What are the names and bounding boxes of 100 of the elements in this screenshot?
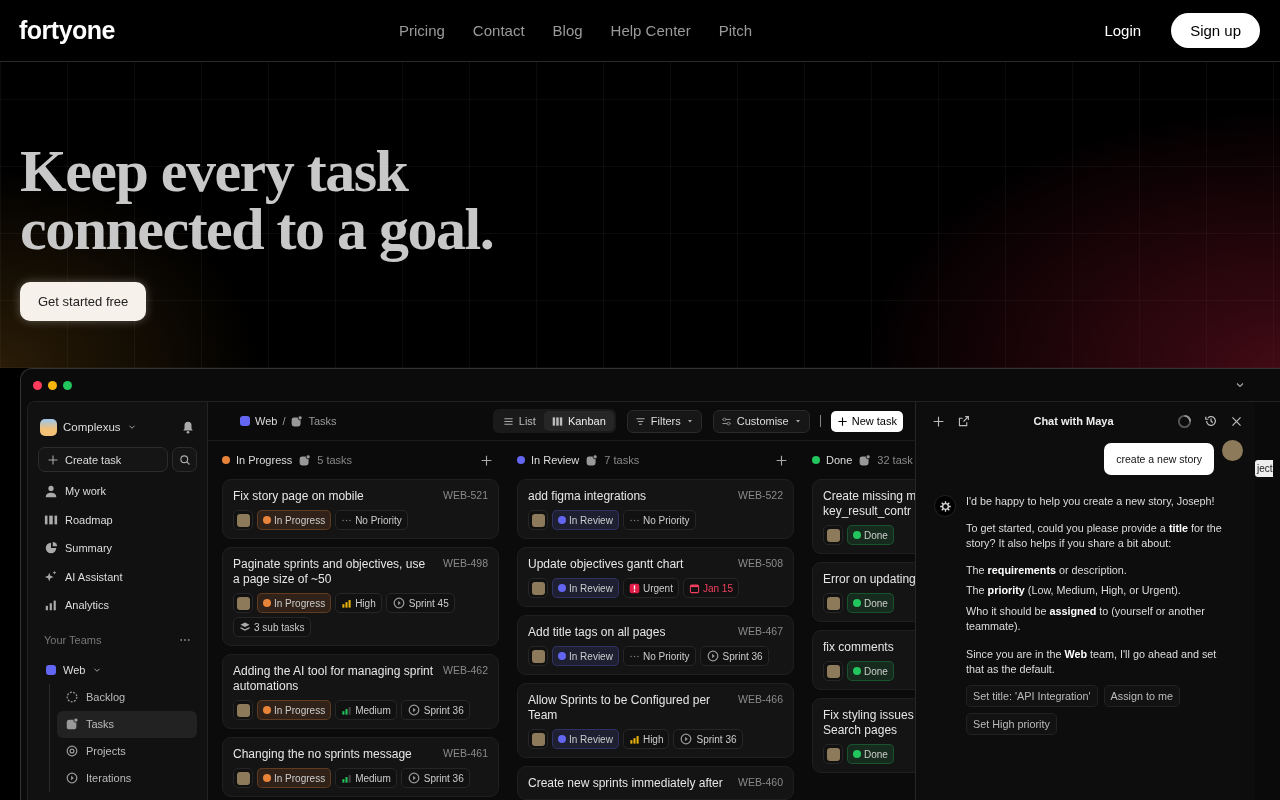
maximize-dot[interactable] — [63, 380, 72, 390]
assignee-avatar[interactable] — [233, 510, 253, 530]
sidebar-item[interactable]: Analytics — [38, 591, 197, 620]
get-started-button[interactable]: Get started free — [20, 282, 147, 321]
status-chip[interactable]: Done — [847, 593, 894, 613]
assignee-avatar[interactable] — [233, 700, 253, 720]
assignee-avatar[interactable] — [233, 768, 253, 788]
status-chip[interactable]: In Review — [552, 578, 619, 598]
status-chip[interactable]: In Progress — [257, 510, 332, 530]
sidebar-item[interactable]: Roadmap — [38, 505, 197, 534]
sidebar-item[interactable]: My work — [38, 477, 197, 506]
assignee-avatar[interactable] — [823, 593, 843, 613]
task-card[interactable]: Add title tags on all pages WEB-467 In Review No Priority Sprint 36 — [517, 615, 794, 675]
close-icon — [1230, 414, 1243, 428]
task-card[interactable]: add figma integrations WEB-522 In Review No Priority — [517, 479, 794, 539]
history-button[interactable] — [1204, 414, 1218, 428]
task-card[interactable]: Fix story page on mobile WEB-521 In Progress No Priority — [222, 479, 499, 539]
assignee-avatar[interactable] — [528, 646, 548, 666]
sparkle-icon — [44, 569, 58, 584]
subtasks-chip[interactable]: 3 sub tasks — [233, 617, 311, 637]
new-task-button[interactable]: New task — [830, 410, 903, 432]
task-card[interactable]: Changing the no sprints message WEB-461 In Progress Medium Sprint 36 — [222, 737, 499, 797]
priority-chip[interactable]: No Priority — [622, 510, 696, 530]
suggestion-chip[interactable]: Assign to me — [1103, 684, 1180, 707]
status-chip[interactable]: In Review — [552, 510, 619, 530]
assignee-avatar[interactable] — [823, 744, 843, 764]
priority-chip[interactable]: No Priority — [622, 646, 696, 666]
priority-chip[interactable]: Medium — [335, 700, 397, 720]
task-card[interactable]: Adding the AI tool for managing sprint automations WEB-462 In Progress Medium Sprint 36 — [222, 654, 499, 729]
login-link[interactable]: Login — [1104, 22, 1142, 39]
task-card[interactable]: fix comments Done — [812, 630, 915, 690]
status-chip[interactable]: Done — [847, 744, 894, 764]
sprint-chip[interactable]: Sprint 45 — [385, 593, 455, 613]
search-button[interactable] — [172, 447, 197, 472]
assignee-avatar[interactable] — [823, 661, 843, 681]
breadcrumb-link[interactable]: Web — [255, 415, 278, 427]
add-task-button[interactable] — [480, 453, 493, 467]
status-chip[interactable]: In Progress — [257, 700, 332, 720]
status-chip[interactable]: In Review — [552, 646, 619, 666]
status-chip[interactable]: Done — [847, 661, 894, 681]
suggestion-chip[interactable]: Set High priority — [966, 712, 1057, 735]
suggestion-chip[interactable]: Set title: 'API Integration' — [966, 684, 1098, 707]
priority-chip[interactable]: High — [335, 593, 382, 613]
task-id: WEB-498 — [443, 557, 488, 569]
task-card[interactable]: Create new sprints immediately after WEB-460 — [517, 766, 794, 800]
status-chip[interactable]: In Progress — [257, 593, 332, 613]
task-title: Fix story page on mobile — [233, 489, 365, 504]
assignee-avatar[interactable] — [528, 578, 548, 598]
status-chip[interactable]: Done — [847, 525, 894, 545]
sprint-chip[interactable]: Sprint 36 — [699, 646, 769, 666]
bar-chart-icon — [44, 598, 58, 613]
sidebar-item[interactable]: Iterations — [57, 764, 197, 792]
add-task-button[interactable] — [775, 453, 788, 467]
task-title: Error on updating — [823, 572, 915, 587]
assignee-avatar[interactable] — [528, 729, 548, 749]
view-tab[interactable]: Kanban — [543, 411, 614, 431]
play-circle-icon — [406, 703, 421, 717]
close-dot[interactable] — [33, 380, 42, 390]
filters-button[interactable]: Filters — [626, 409, 702, 433]
priority-chip[interactable]: Medium — [335, 768, 397, 788]
task-card[interactable]: Create missing m key_result_contr Done — [812, 479, 915, 554]
brand-logo[interactable]: fortyone — [19, 16, 399, 45]
status-chip[interactable]: In Review — [552, 729, 619, 749]
sprint-chip[interactable]: Sprint 36 — [673, 729, 743, 749]
status-chip[interactable]: In Progress — [257, 768, 332, 788]
minimize-dot[interactable] — [48, 380, 57, 390]
workspace-name[interactable]: Complexus — [63, 421, 121, 433]
task-card[interactable]: Update objectives gantt chart WEB-508 In Review Urgent Jan 15 — [517, 547, 794, 607]
sidebar-item[interactable]: AI Assistant — [38, 562, 197, 591]
priority-chip[interactable]: High — [622, 729, 670, 749]
create-task-button[interactable]: Create task — [38, 447, 168, 472]
assignee-avatar[interactable] — [233, 593, 253, 613]
nav-link[interactable]: Pitch — [718, 20, 752, 41]
nav-link[interactable]: Blog — [552, 20, 583, 41]
open-external-button[interactable] — [957, 414, 970, 428]
priority-chip[interactable]: No Priority — [335, 510, 408, 530]
sidebar-item[interactable]: Backlog — [57, 683, 197, 711]
task-card[interactable]: Allow Sprints to be Configured per Team WEB-466 In Review High Sprint 36 — [517, 683, 794, 758]
new-chat-button[interactable] — [932, 414, 945, 428]
view-tab[interactable]: List — [494, 411, 544, 431]
sidebar-item[interactable]: Summary — [38, 534, 197, 563]
assignee-avatar[interactable] — [528, 510, 548, 530]
sidebar-item[interactable]: Tasks — [57, 710, 197, 738]
due-date-chip[interactable]: Jan 15 — [682, 578, 739, 598]
nav-link[interactable]: Contact — [472, 20, 525, 41]
task-card[interactable]: Error on updating Done — [812, 562, 915, 622]
sprint-chip[interactable]: Sprint 36 — [400, 768, 470, 788]
sprint-chip[interactable]: Sprint 36 — [400, 700, 470, 720]
task-card[interactable]: Paginate sprints and objectives, use a page size of ~50 WEB-498 In Progress High Sprint 45 3 sub tasks — [222, 547, 499, 646]
assignee-avatar[interactable] — [823, 525, 843, 545]
workspace-logo — [40, 418, 57, 436]
close-button[interactable] — [1230, 414, 1243, 428]
sidebar-item[interactable]: Projects — [57, 737, 197, 765]
signup-button[interactable]: Sign up — [1171, 13, 1260, 48]
team-item[interactable]: Web — [38, 657, 197, 682]
priority-chip[interactable]: Urgent — [622, 578, 679, 598]
task-card[interactable]: Fix styling issues Search pages Done — [812, 698, 915, 773]
nav-link[interactable]: Help Center — [610, 20, 691, 41]
customise-button[interactable]: Customise — [712, 409, 810, 433]
nav-link[interactable]: Pricing — [399, 20, 445, 41]
